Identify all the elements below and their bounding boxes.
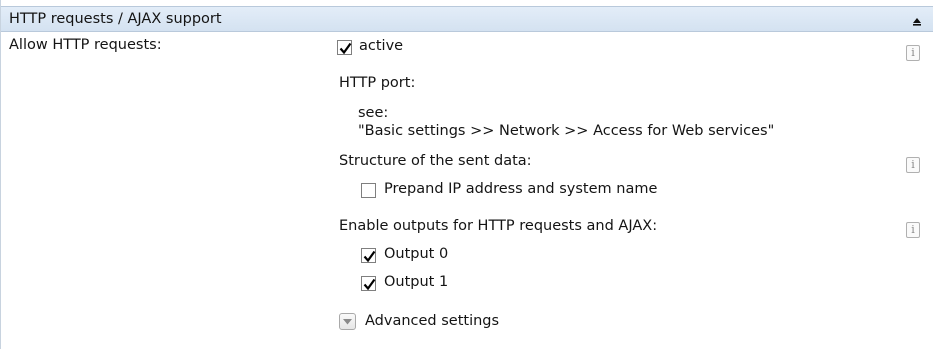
advanced-settings-toggle[interactable] xyxy=(339,313,356,330)
prepend-ip-checkbox[interactable] xyxy=(361,183,376,198)
info-icon[interactable]: i xyxy=(906,157,920,173)
allow-http-label: Allow HTTP requests: xyxy=(9,37,162,53)
structure-label: Structure of the sent data: xyxy=(339,153,532,169)
output-1-label: Output 1 xyxy=(384,274,449,290)
http-ajax-panel: HTTP requests / AJAX support Allow HTTP … xyxy=(0,0,933,349)
http-port-reference: "Basic settings >> Network >> Access for… xyxy=(358,123,775,139)
outputs-label: Enable outputs for HTTP requests and AJA… xyxy=(339,218,658,234)
section-header[interactable]: HTTP requests / AJAX support xyxy=(1,6,933,32)
section-title: HTTP requests / AJAX support xyxy=(9,11,222,27)
advanced-settings-label[interactable]: Advanced settings xyxy=(365,313,499,329)
active-checkbox[interactable] xyxy=(337,40,352,55)
info-icon[interactable]: i xyxy=(906,45,920,61)
chevron-up-icon[interactable] xyxy=(910,13,924,27)
chevron-down-icon xyxy=(343,319,352,325)
prepend-ip-label: Prepand IP address and system name xyxy=(384,181,658,197)
output-0-label: Output 0 xyxy=(384,246,449,262)
output-1-checkbox[interactable] xyxy=(361,276,376,291)
active-label: active xyxy=(359,38,404,54)
http-port-see: see: xyxy=(358,105,389,121)
info-icon[interactable]: i xyxy=(906,222,920,238)
http-port-label: HTTP port: xyxy=(339,75,416,91)
output-0-checkbox[interactable] xyxy=(361,248,376,263)
